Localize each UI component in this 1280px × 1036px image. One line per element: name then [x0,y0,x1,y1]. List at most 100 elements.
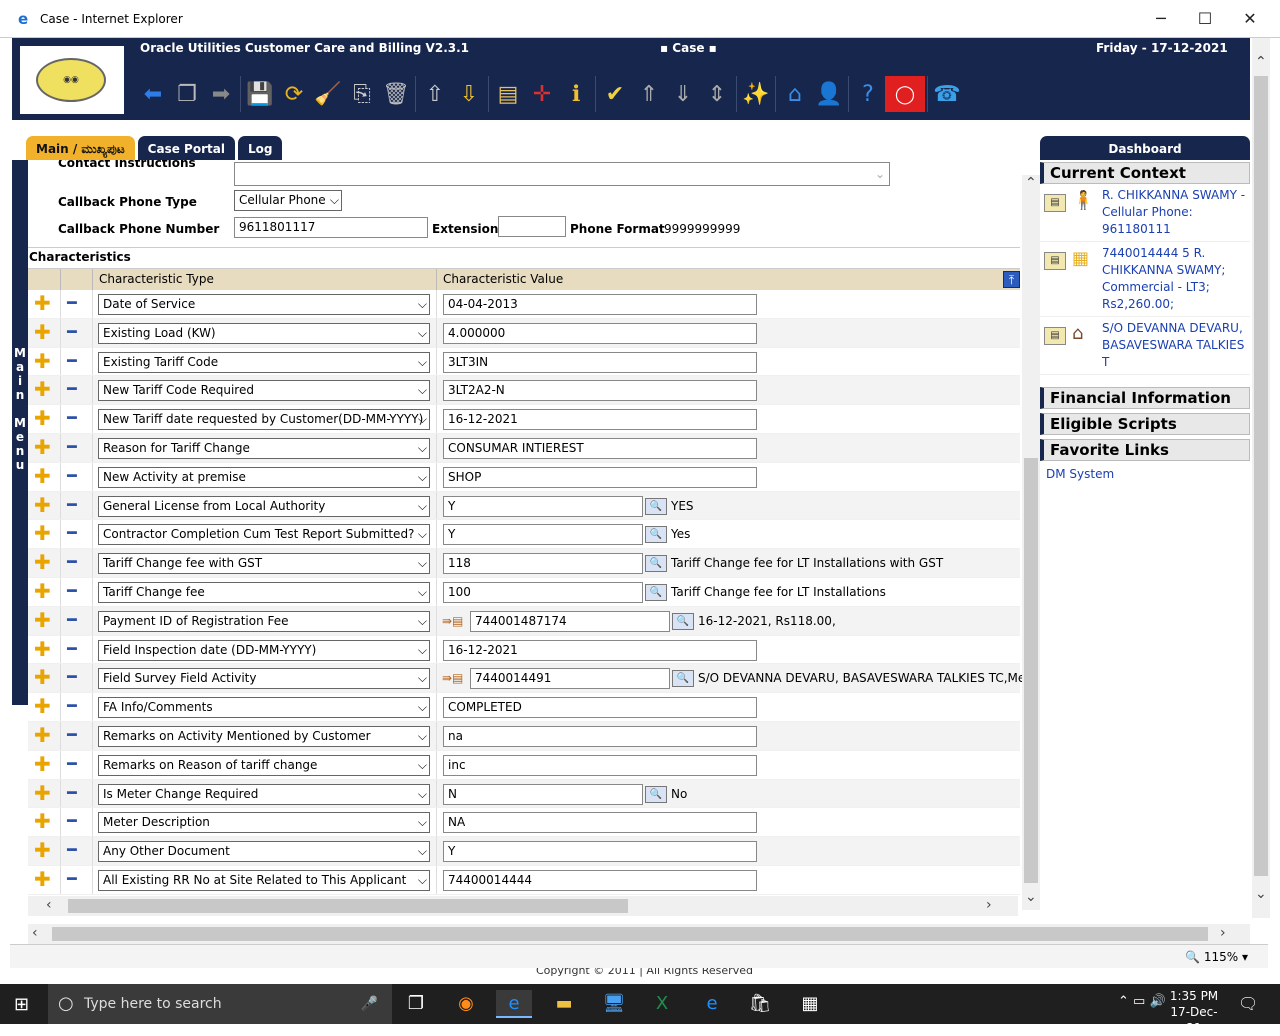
scroll-down-arrow-icon[interactable]: ⌄ [1025,889,1037,905]
add-row-icon[interactable]: ✚ [34,466,51,486]
maximize-button[interactable]: ☐ [1190,8,1220,30]
window-vertical-scrollbar[interactable]: ⌃ ⌄ [1252,38,1270,918]
contact-instructions-field[interactable]: ⌄ [234,162,890,186]
characteristic-value-field[interactable]: 118 [443,553,643,575]
characteristic-type-select[interactable]: Reason for Tariff Change ⌵ [98,437,430,459]
close-button[interactable]: ✕ [1235,8,1265,30]
previous-record-icon[interactable]: ⇧ [418,74,452,114]
save-icon[interactable]: 💾 [243,74,277,114]
edge-icon[interactable]: e [694,990,730,1018]
user-preferences-icon[interactable]: ▤ [491,74,525,114]
scroll-top-icon[interactable]: ⤒ [1003,271,1020,288]
characteristic-value-field[interactable]: NA [443,812,757,834]
add-row-icon[interactable]: ✚ [34,754,51,774]
context-menu-icon[interactable]: ⇛▤ [442,671,463,685]
characteristic-type-select[interactable]: Field Survey Field Activity ⌵ [98,668,430,690]
callback-phone-number-field[interactable]: 9611801117 [234,217,428,238]
add-row-icon[interactable]: ✚ [34,783,51,803]
scroll-thumb[interactable] [68,899,628,913]
add-row-icon[interactable]: ✚ [34,495,51,515]
excel-icon[interactable]: X [644,990,680,1018]
remove-row-icon[interactable]: ━ [67,466,77,486]
characteristic-type-select[interactable]: FA Info/Comments ⌵ [98,697,430,719]
window-horizontal-scrollbar[interactable]: ‹ › [28,924,1250,944]
minimize-button[interactable]: ─ [1146,8,1176,30]
characteristic-value-field[interactable]: 16-12-2021 [443,639,757,661]
delete-icon[interactable]: 🗑 [379,74,413,114]
add-row-icon[interactable]: ✚ [34,351,51,371]
remove-row-icon[interactable]: ━ [67,667,77,687]
remove-row-icon[interactable]: ━ [67,379,77,399]
user-icon[interactable]: 👤 [812,74,846,114]
characteristic-type-select[interactable]: Remarks on Reason of tariff change ⌵ [98,754,430,776]
tab-log[interactable]: Log [237,136,283,160]
characteristic-type-select[interactable]: Existing Tariff Code ⌵ [98,351,430,373]
remove-row-icon[interactable]: ━ [67,840,77,860]
phone-icon[interactable]: ☎ [930,74,964,114]
search-icon[interactable]: 🔍 [645,785,667,803]
back-icon[interactable]: ⬅ [136,74,170,114]
remove-row-icon[interactable]: ━ [67,351,77,371]
financial-information-header[interactable]: Financial Information [1040,387,1250,409]
characteristic-type-select[interactable]: Any Other Document ⌵ [98,841,430,863]
characteristic-value-field[interactable]: N [443,783,643,805]
characteristic-type-select[interactable]: New Activity at premise ⌵ [98,466,430,488]
characteristic-value-field[interactable]: na [443,725,757,747]
characteristic-type-select[interactable]: General License from Local Authority ⌵ [98,495,430,517]
clear-icon[interactable]: 🧹 [311,74,345,114]
remove-row-icon[interactable]: ━ [67,783,77,803]
characteristic-value-field[interactable]: 16-12-2021 [443,409,757,431]
remove-row-icon[interactable]: ━ [67,293,77,313]
characteristic-type-select[interactable]: Meter Description ⌵ [98,812,430,834]
characteristic-value-field[interactable]: inc [443,754,757,776]
callback-phone-type-select[interactable]: Cellular Phone ⌵ [234,190,342,211]
characteristic-value-field[interactable]: 4.000000 [443,322,757,344]
help-icon[interactable]: ? [851,74,885,114]
context-item-person[interactable]: ▤ 🧍 R. CHIKKANNA SWAMY - Cellular Phone:… [1040,184,1250,242]
characteristic-type-select[interactable]: Tariff Change fee ⌵ [98,581,430,603]
characteristic-type-select[interactable]: Contractor Completion Cum Test Report Su… [98,524,430,546]
scroll-down-arrow-icon[interactable]: ⌄ [1255,886,1267,902]
add-row-icon[interactable]: ✚ [34,725,51,745]
characteristic-type-select[interactable]: New Tariff Code Required ⌵ [98,380,430,402]
scroll-left-arrow-icon[interactable]: ‹ [46,897,52,913]
context-item-account[interactable]: ▤ ▦ 7440014444 5 R. CHIKKANNA SWAMY; Com… [1040,242,1250,317]
characteristic-value-field[interactable]: Y [443,841,757,863]
remove-row-icon[interactable]: ━ [67,811,77,831]
characteristic-type-select[interactable]: Field Inspection date (DD-MM-YYYY) ⌵ [98,639,430,661]
characteristic-value-field[interactable]: 744001487174 [470,610,670,632]
characteristic-type-select[interactable]: Date of Service ⌵ [98,294,430,315]
tab-main[interactable]: Main / ಮುಖ್ಯಪುಟ [26,136,135,160]
search-icon[interactable]: 🔍 [645,497,667,515]
search-icon[interactable]: 🔍 [672,612,694,630]
characteristic-value-field[interactable]: 3LT3IN [443,351,757,373]
remove-row-icon[interactable]: ━ [67,408,77,428]
scroll-left-arrow-icon[interactable]: ‹ [32,925,38,941]
remove-row-icon[interactable]: ━ [67,639,77,659]
refresh-icon[interactable]: ⟳ [277,74,311,114]
main-menu-strip[interactable]: M a i n M e n u [12,160,28,705]
characteristic-value-field[interactable]: SHOP [443,466,757,488]
store-icon[interactable]: 🛍 [742,990,778,1018]
remove-row-icon[interactable]: ━ [67,437,77,457]
favorite-links-header[interactable]: Favorite Links [1040,439,1250,461]
characteristic-value-field[interactable]: 7440014491 [470,668,670,690]
home-icon[interactable]: ⌂ [778,74,812,114]
oracle-icon[interactable]: ◯ [885,76,925,112]
task-view-icon[interactable]: ❐ [398,990,434,1018]
add-row-icon[interactable]: ✚ [34,437,51,457]
characteristic-type-select[interactable]: Payment ID of Registration Fee ⌵ [98,610,430,632]
scroll-up-arrow-icon[interactable]: ⌃ [1025,175,1037,191]
add-row-icon[interactable]: ✚ [34,610,51,630]
add-row-icon[interactable]: ✚ [34,811,51,831]
checkmark-icon[interactable]: ✔ [598,74,632,114]
context-menu-icon[interactable]: ⇛▤ [442,614,463,628]
add-row-icon[interactable]: ✚ [34,581,51,601]
add-row-icon[interactable]: ✚ [34,379,51,399]
remove-row-icon[interactable]: ━ [67,725,77,745]
next-record-icon[interactable]: ⇩ [452,74,486,114]
add-row-icon[interactable]: ✚ [34,639,51,659]
remove-row-icon[interactable]: ━ [67,869,77,889]
taskbar-clock[interactable]: 1:35 PM 17-Dec-21 [1166,988,1222,1036]
add-row-icon[interactable]: ✚ [34,840,51,860]
